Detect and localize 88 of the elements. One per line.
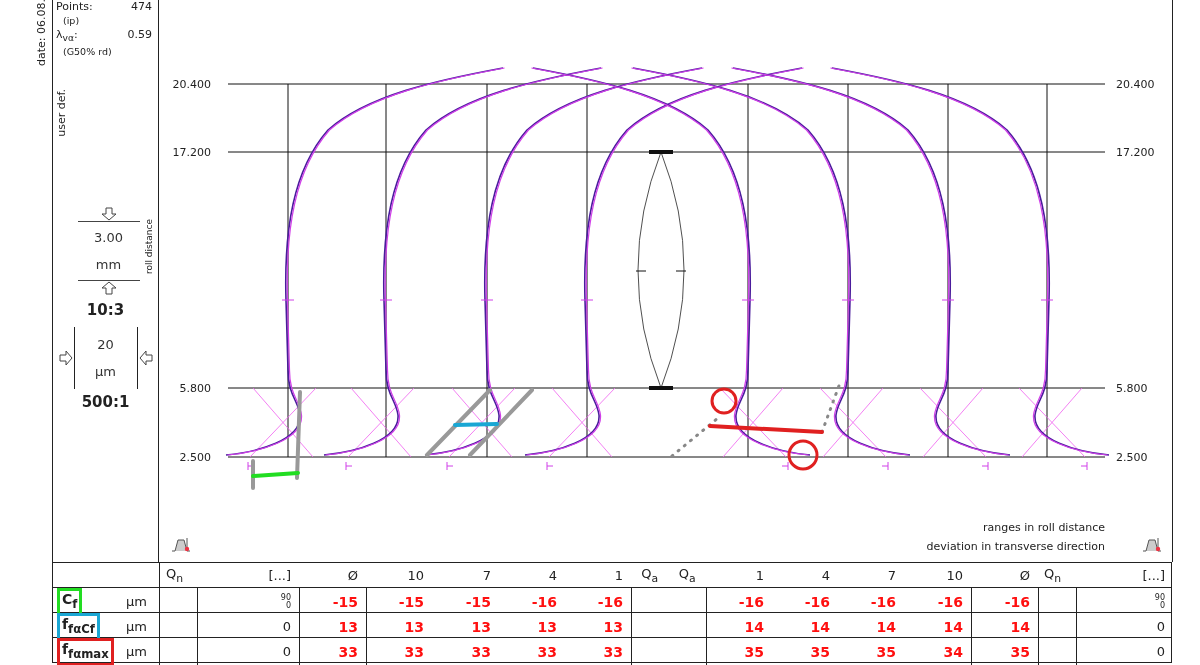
table-cell: 13 [603, 618, 623, 635]
table-cell: 14 [744, 618, 764, 635]
table-cell: 14 [943, 618, 963, 635]
roll-distance-value: 3.00 [93, 229, 124, 247]
table-cell: -16 [804, 593, 830, 610]
column-header: [...] [268, 567, 291, 583]
tooth-profile-icon [171, 537, 191, 552]
table-cell: 35 [744, 643, 764, 660]
scale-ratio: 500:1 [81, 393, 130, 411]
deviation-value: 20 [96, 336, 115, 354]
scale-ratio: 10:3 [86, 301, 125, 319]
roll-distance-unit: mm [94, 256, 123, 274]
arrow-left-icon [138, 350, 153, 366]
axis-tick-label: 5.800 [179, 382, 211, 395]
column-header: Q$_{n}$ [166, 565, 184, 585]
axis-caption: roll distance [143, 219, 154, 274]
range-value: 0 [282, 644, 291, 660]
range-value: 90 [280, 593, 291, 602]
axis-tick-label: 17.200 [1116, 146, 1155, 159]
arrow-right-icon [58, 350, 73, 366]
legend-text: deviation in transverse direction [926, 540, 1105, 553]
column-header: 1 [614, 567, 623, 583]
column-header: Q$_{a}$ [678, 565, 696, 585]
deviation-unit: µm [94, 363, 117, 381]
column-header: 4 [548, 567, 557, 583]
range-value: 90 [1154, 593, 1165, 602]
table-cell: -16 [1004, 593, 1030, 610]
column-header: 4 [821, 567, 830, 583]
points-label: Points: [56, 0, 93, 14]
table-cell: 35 [876, 643, 896, 660]
axis-tick-label: 17.200 [172, 146, 211, 159]
table-cell: 13 [338, 618, 358, 635]
axis-tick-label: 20.400 [1116, 78, 1155, 91]
table-cell: 33 [471, 643, 491, 660]
unit-label: µm [126, 644, 147, 660]
column-header: 10 [946, 567, 963, 583]
mode-label: user def. [55, 89, 68, 137]
table-cell: -15 [332, 593, 358, 610]
table-cell: -16 [937, 593, 963, 610]
column-header: 7 [482, 567, 491, 583]
table-cell: -15 [398, 593, 424, 610]
table-cell: -16 [870, 593, 896, 610]
table-cell: 14 [810, 618, 830, 635]
parameter-label: C$_{f}$ [57, 588, 83, 616]
table-cell: 13 [471, 618, 491, 635]
table-cell: -16 [597, 593, 623, 610]
column-header: 7 [887, 567, 896, 583]
column-header: Q$_{n}$ [1044, 565, 1062, 585]
range-value: 0 [1156, 644, 1165, 660]
column-header: Ø [347, 567, 358, 583]
table-cell: 33 [603, 643, 623, 660]
table-cell: -16 [738, 593, 764, 610]
table-cell: 14 [1010, 618, 1030, 635]
range-value: 0 [1159, 601, 1165, 610]
range-value: 0 [285, 601, 291, 610]
column-header: [...] [1142, 567, 1165, 583]
points-value: 474 [131, 0, 152, 14]
lambda-value: 0.59 [127, 28, 152, 43]
points-note: (ip) [63, 15, 80, 26]
table-cell: 33 [537, 643, 557, 660]
table-cell: 33 [404, 643, 424, 660]
table-cell: 33 [338, 643, 358, 660]
legend-text: ranges in roll distance [983, 521, 1105, 534]
unit-label: µm [126, 594, 147, 610]
axis-tick-label: 5.800 [1116, 382, 1148, 395]
table-cell: -16 [531, 593, 557, 610]
table-cell: 35 [1010, 643, 1030, 660]
table-cell: 14 [876, 618, 896, 635]
column-header: Q$_{a}$ [641, 565, 659, 585]
parameter-label: f$_{fαmax}$ [57, 638, 114, 665]
table-cell: 13 [537, 618, 557, 635]
axis-tick-label: 20.400 [172, 78, 211, 91]
lambda-label: λ$_{vα}$: [56, 28, 78, 46]
parameter-label: f$_{fαCf}$ [57, 613, 100, 641]
table-cell: 34 [943, 643, 963, 660]
table-cell: -15 [465, 593, 491, 610]
axis-tick-label: 2.500 [179, 451, 211, 464]
filter-note: (G50% rd) [63, 46, 112, 58]
axis-tick-label: 2.500 [1116, 451, 1148, 464]
tooth-profile-icon [1142, 537, 1162, 552]
table-cell: 35 [810, 643, 830, 660]
table-cell: 13 [404, 618, 424, 635]
column-header: Ø [1019, 567, 1030, 583]
unit-label: µm [126, 619, 147, 635]
range-value: 0 [282, 619, 291, 635]
range-value: 0 [1156, 619, 1165, 635]
column-header: 10 [407, 567, 424, 583]
column-header: 1 [755, 567, 764, 583]
